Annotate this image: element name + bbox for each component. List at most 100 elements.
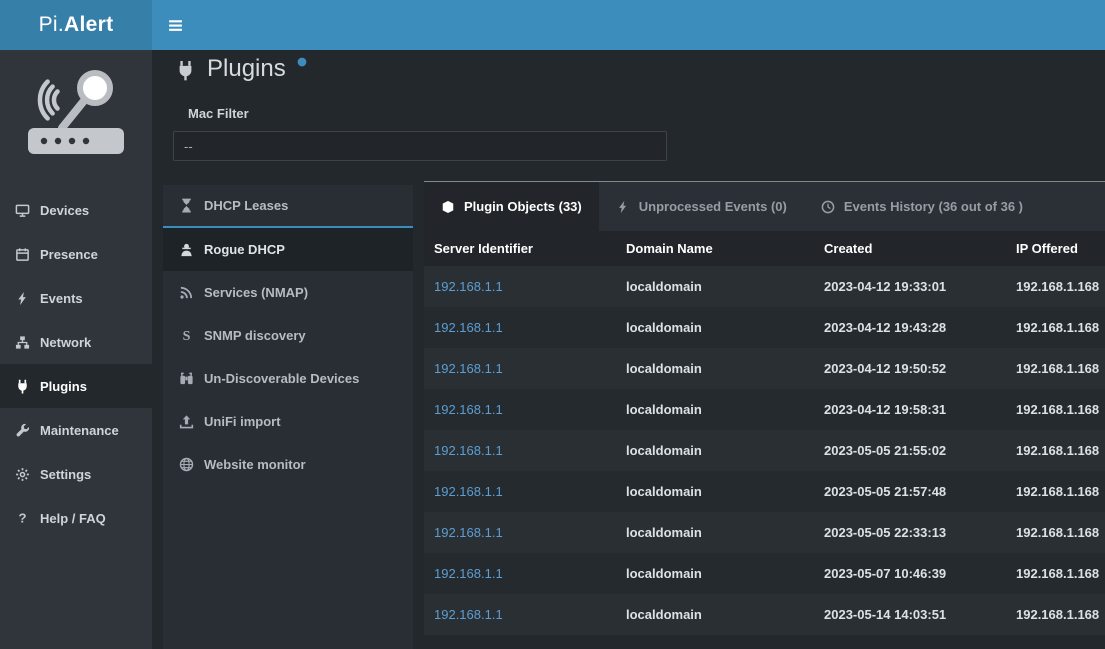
binoculars-icon [179, 371, 194, 386]
sidebar: Devices Presence Events Network Plugins Maint… [0, 50, 152, 649]
sidebar-item-label: Devices [40, 203, 89, 218]
mac-filter-input[interactable] [173, 131, 667, 161]
tab-events-history-36-out-of-36[interactable]: Events History (36 out of 36 ) [804, 182, 1040, 231]
sidebar-item-devices[interactable]: Devices [0, 188, 152, 232]
server-identifier-link[interactable]: 192.168.1.1 [424, 266, 616, 307]
main-content: Plugins Mac Filter DHCP LeasesRogue DHCP… [152, 50, 1105, 649]
table-cell: 2023-04-12 19:50:52 [814, 348, 1006, 389]
plugin-menu-item-dhcp-leases[interactable]: DHCP Leases [163, 185, 413, 228]
sidebar-item-maintenance[interactable]: Maintenance [0, 408, 152, 452]
server-identifier-link[interactable]: 192.168.1.1 [424, 348, 616, 389]
sidebar-item-settings[interactable]: Settings [0, 452, 152, 496]
column-header-ip-offered[interactable]: IP Offered [1006, 231, 1105, 266]
calendar-icon [15, 247, 30, 262]
table-cell: 2023-05-05 22:33:13 [814, 512, 1006, 553]
bolt-icon [616, 200, 630, 214]
plugin-menu-item-label: Un-Discoverable Devices [204, 371, 359, 386]
sidebar-toggle-button[interactable] [152, 0, 198, 50]
cube-icon [441, 200, 455, 214]
plug-icon [15, 379, 30, 394]
user-secret-icon [179, 242, 194, 257]
server-identifier-link[interactable]: 192.168.1.1 [424, 389, 616, 430]
svg-text:S: S [183, 328, 191, 343]
globe-icon [179, 457, 194, 472]
plugin-menu-item-label: DHCP Leases [204, 198, 288, 213]
table-cell: 192.168.1.168 [1006, 348, 1105, 389]
server-identifier-link[interactable]: 192.168.1.1 [424, 430, 616, 471]
sidebar-nav: Devices Presence Events Network Plugins Maint… [0, 188, 152, 540]
server-identifier-link[interactable]: 192.168.1.1 [424, 471, 616, 512]
server-identifier-link[interactable]: 192.168.1.1 [424, 512, 616, 553]
server-identifier-link[interactable]: 192.168.1.1 [424, 553, 616, 594]
table-header-row: Server IdentifierDomain NameCreatedIP Of… [424, 231, 1105, 266]
sidebar-item-network[interactable]: Network [0, 320, 152, 364]
info-badge-icon[interactable] [297, 57, 307, 67]
plugin-menu-item-services-nmap[interactable]: Services (NMAP) [163, 271, 413, 314]
table-cell: 192.168.1.168 [1006, 389, 1105, 430]
sidebar-item-events[interactable]: Events [0, 276, 152, 320]
brand-prefix: Pi. [39, 13, 64, 37]
plugin-objects-table: Server IdentifierDomain NameCreatedIP Of… [424, 231, 1105, 635]
table-row: 192.168.1.1localdomain2023-05-05 21:55:0… [424, 430, 1105, 471]
network-icon [15, 335, 30, 350]
table-row: 192.168.1.1localdomain2023-05-07 10:46:3… [424, 553, 1105, 594]
sidebar-item-presence[interactable]: Presence [0, 232, 152, 276]
plugins-menu: DHCP Leases Rogue DHCP Services (NMAP) S SNM… [163, 185, 413, 649]
sidebar-item-plugins[interactable]: Plugins [0, 364, 152, 408]
sidebar-item-help-faq[interactable]: ? Help / FAQ [0, 496, 152, 540]
plugin-menu-item-label: Services (NMAP) [204, 285, 308, 300]
table-row: 192.168.1.1localdomain2023-04-12 19:33:0… [424, 266, 1105, 307]
sidebar-item-label: Events [40, 291, 83, 306]
table-cell: localdomain [616, 553, 814, 594]
s-icon: S [179, 328, 194, 343]
table-row: 192.168.1.1localdomain2023-04-12 19:50:5… [424, 348, 1105, 389]
svg-text:?: ? [18, 511, 26, 526]
plugin-menu-item-un-discoverable-devices[interactable]: Un-Discoverable Devices [163, 357, 413, 400]
tab-unprocessed-events-0[interactable]: Unprocessed Events (0) [599, 182, 804, 231]
column-header-server-identifier[interactable]: Server Identifier [424, 231, 616, 266]
column-header-created[interactable]: Created [814, 231, 1006, 266]
brand[interactable]: Pi.Alert [0, 0, 152, 50]
plugin-menu-item-website-monitor[interactable]: Website monitor [163, 443, 413, 486]
table-cell: 2023-05-05 21:55:02 [814, 430, 1006, 471]
table-cell: localdomain [616, 471, 814, 512]
table-cell: 2023-05-14 14:03:51 [814, 594, 1006, 635]
pialert-logo [0, 50, 152, 188]
plugin-content: Plugin Objects (33)Unprocessed Events (0… [424, 181, 1105, 649]
table-cell: 2023-05-07 10:46:39 [814, 553, 1006, 594]
tab-plugin-objects-33[interactable]: Plugin Objects (33) [424, 182, 599, 231]
table-cell: 2023-04-12 19:58:31 [814, 389, 1006, 430]
column-header-domain-name[interactable]: Domain Name [616, 231, 814, 266]
table-cell: 192.168.1.168 [1006, 553, 1105, 594]
wrench-icon [15, 423, 30, 438]
header: Pi.Alert [0, 0, 1105, 50]
table-cell: 192.168.1.168 [1006, 471, 1105, 512]
server-identifier-link[interactable]: 192.168.1.1 [424, 594, 616, 635]
plugin-menu-item-label: Rogue DHCP [204, 242, 285, 257]
sidebar-item-label: Settings [40, 467, 91, 482]
table-cell: localdomain [616, 266, 814, 307]
table-cell: 2023-05-05 21:57:48 [814, 471, 1006, 512]
plugin-menu-item-rogue-dhcp[interactable]: Rogue DHCP [163, 228, 413, 271]
tab-label: Events History (36 out of 36 ) [844, 199, 1023, 214]
table-cell: localdomain [616, 389, 814, 430]
table-cell: localdomain [616, 307, 814, 348]
table-row: 192.168.1.1localdomain2023-05-14 14:03:5… [424, 594, 1105, 635]
table-body: 192.168.1.1localdomain2023-04-12 19:33:0… [424, 266, 1105, 635]
page-title: Plugins [175, 55, 307, 83]
table-row: 192.168.1.1localdomain2023-04-12 19:43:2… [424, 307, 1105, 348]
bolt-icon [15, 291, 30, 306]
sidebar-item-label: Presence [40, 247, 98, 262]
sidebar-item-label: Maintenance [40, 423, 119, 438]
plugin-menu-item-label: SNMP discovery [204, 328, 306, 343]
sidebar-item-label: Help / FAQ [40, 511, 106, 526]
table-cell: 2023-04-12 19:43:28 [814, 307, 1006, 348]
upload-icon [179, 414, 194, 429]
table-cell: localdomain [616, 594, 814, 635]
table-cell: 192.168.1.168 [1006, 307, 1105, 348]
table-cell: localdomain [616, 512, 814, 553]
server-identifier-link[interactable]: 192.168.1.1 [424, 307, 616, 348]
sidebar-item-label: Plugins [40, 379, 87, 394]
plugin-menu-item-snmp-discovery[interactable]: S SNMP discovery [163, 314, 413, 357]
plugin-menu-item-unifi-import[interactable]: UniFi import [163, 400, 413, 443]
